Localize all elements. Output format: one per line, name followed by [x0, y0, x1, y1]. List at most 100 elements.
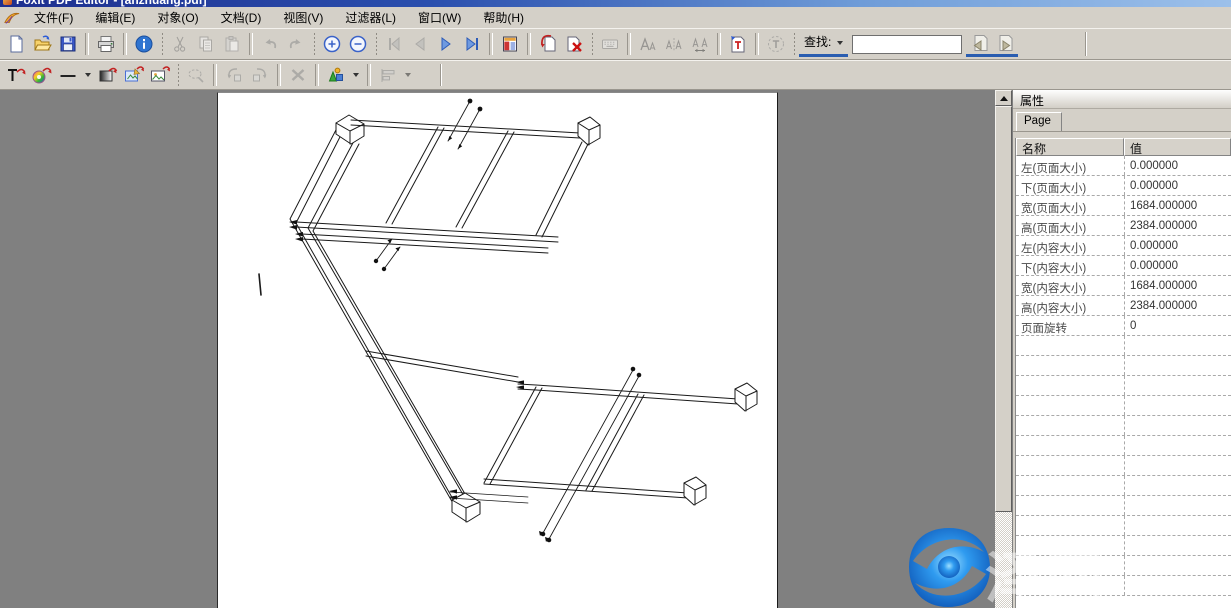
property-row[interactable]: 左(内容大小)0.000000 — [1016, 236, 1231, 256]
add-image-button[interactable] — [147, 62, 173, 88]
text-tool-button[interactable] — [763, 31, 789, 57]
undo-button[interactable] — [257, 31, 283, 57]
insert-page-button[interactable] — [535, 31, 561, 57]
menu-document[interactable]: 文档(D) — [210, 7, 273, 28]
font-button[interactable] — [635, 31, 661, 57]
empty-row — [1016, 556, 1231, 576]
add-color-button[interactable] — [29, 62, 55, 88]
properties-grid: 名称 值 左(页面大小)0.000000 下(页面大小)0.000000 宽(页… — [1015, 138, 1231, 608]
new-button[interactable] — [3, 31, 29, 57]
copy-icon — [196, 34, 216, 54]
paste-button[interactable] — [219, 31, 245, 57]
virtual-keyboard-button[interactable] — [597, 31, 623, 57]
menu-window[interactable]: 窗口(W) — [407, 7, 472, 28]
add-shape-button[interactable] — [323, 62, 349, 88]
new-document-icon — [6, 34, 26, 54]
align-dropdown-icon[interactable] — [405, 73, 411, 77]
open-button[interactable] — [29, 31, 55, 57]
print-button[interactable] — [93, 31, 119, 57]
add-text-button[interactable] — [725, 31, 751, 57]
last-page-button[interactable] — [459, 31, 485, 57]
find-dropdown-icon[interactable] — [837, 41, 843, 45]
property-value[interactable]: 0.000000 — [1124, 176, 1231, 195]
undo-arrow-icon — [260, 34, 280, 54]
edit-image-button[interactable] — [121, 62, 147, 88]
toolbar-grip[interactable] — [313, 33, 315, 55]
char-spacing-button[interactable] — [687, 31, 713, 57]
column-header-value[interactable]: 值 — [1124, 138, 1231, 156]
toolbar-grip[interactable] — [375, 33, 377, 55]
property-name: 宽(内容大小) — [1016, 276, 1124, 295]
property-value[interactable]: 0.000000 — [1124, 256, 1231, 275]
property-value[interactable]: 0 — [1124, 316, 1231, 335]
add-text-object-button[interactable] — [3, 62, 29, 88]
open-folder-icon — [32, 34, 52, 54]
column-header-name[interactable]: 名称 — [1016, 138, 1124, 156]
property-value[interactable]: 0.000000 — [1124, 156, 1231, 175]
redo-button[interactable] — [283, 31, 309, 57]
next-page-button[interactable] — [433, 31, 459, 57]
application-window: Foxit PDF Editor - [anzhuang.pdf] 文件(F) … — [0, 0, 1231, 608]
document-canvas[interactable] — [0, 90, 995, 608]
menu-view[interactable]: 视图(V) — [272, 7, 334, 28]
scrollbar-thumb[interactable] — [995, 106, 1012, 512]
menu-edit[interactable]: 编辑(E) — [84, 7, 146, 28]
menu-bar: 文件(F) 编辑(E) 对象(O) 文档(D) 视图(V) 过滤器(L) 窗口(… — [0, 7, 1231, 29]
property-row[interactable]: 下(页面大小)0.000000 — [1016, 176, 1231, 196]
find-next-icon — [995, 33, 1015, 53]
first-page-button[interactable] — [381, 31, 407, 57]
vertical-scrollbar[interactable] — [995, 90, 1012, 608]
property-value[interactable]: 0.000000 — [1124, 236, 1231, 255]
toolbar-grip[interactable] — [793, 33, 795, 55]
kerning-button[interactable] — [661, 31, 687, 57]
toolbar-grip[interactable] — [591, 33, 593, 55]
property-row[interactable]: 下(内容大小)0.000000 — [1016, 256, 1231, 276]
panel-title: 属性 — [1013, 90, 1231, 109]
add-shape-dropdown-icon[interactable] — [353, 73, 359, 77]
property-value[interactable]: 1684.000000 — [1124, 276, 1231, 295]
doc-info-button[interactable] — [131, 31, 157, 57]
prev-page-button[interactable] — [407, 31, 433, 57]
rotate-left-button[interactable] — [221, 62, 247, 88]
last-page-icon — [462, 34, 482, 54]
edit-image-icon — [123, 65, 145, 85]
cut-button[interactable] — [167, 31, 193, 57]
delete-page-button[interactable] — [561, 31, 587, 57]
property-row[interactable]: 页面旋转0 — [1016, 316, 1231, 336]
title-bar: Foxit PDF Editor - [anzhuang.pdf] — [0, 0, 1231, 7]
add-text-icon — [728, 34, 748, 54]
property-row[interactable]: 宽(内容大小)1684.000000 — [1016, 276, 1231, 296]
property-row[interactable]: 高(页面大小)2384.000000 — [1016, 216, 1231, 236]
save-button[interactable] — [55, 31, 81, 57]
menu-filter[interactable]: 过滤器(L) — [334, 7, 407, 28]
zoom-in-button[interactable] — [319, 31, 345, 57]
line-style-dropdown-icon[interactable] — [85, 73, 91, 77]
property-value[interactable]: 2384.000000 — [1124, 296, 1231, 315]
add-gradient-button[interactable] — [95, 62, 121, 88]
scroll-up-button[interactable] — [995, 90, 1012, 106]
property-value[interactable]: 2384.000000 — [1124, 216, 1231, 235]
find-next-button[interactable] — [992, 32, 1018, 57]
align-button[interactable] — [375, 62, 401, 88]
pdf-page[interactable] — [217, 92, 778, 608]
toolbar-grip[interactable] — [177, 64, 179, 86]
find-input[interactable] — [852, 35, 962, 54]
find-prev-button[interactable] — [966, 32, 992, 57]
select-object-button[interactable] — [183, 62, 209, 88]
property-value[interactable]: 1684.000000 — [1124, 196, 1231, 215]
menu-object[interactable]: 对象(O) — [146, 7, 209, 28]
menu-file[interactable]: 文件(F) — [23, 7, 84, 28]
property-row[interactable]: 宽(页面大小)1684.000000 — [1016, 196, 1231, 216]
property-row[interactable]: 高(内容大小)2384.000000 — [1016, 296, 1231, 316]
toolbar-grip[interactable] — [161, 33, 163, 55]
menu-help[interactable]: 帮助(H) — [472, 7, 535, 28]
tab-page[interactable]: Page — [1016, 112, 1062, 131]
property-row[interactable]: 左(页面大小)0.000000 — [1016, 156, 1231, 176]
zoom-out-button[interactable] — [345, 31, 371, 57]
copy-button[interactable] — [193, 31, 219, 57]
rotate-right-button[interactable] — [247, 62, 273, 88]
line-style-button[interactable] — [55, 62, 81, 88]
delete-object-button[interactable] — [285, 62, 311, 88]
page-thumbnails-button[interactable] — [497, 31, 523, 57]
scrollbar-track[interactable] — [995, 512, 1012, 608]
